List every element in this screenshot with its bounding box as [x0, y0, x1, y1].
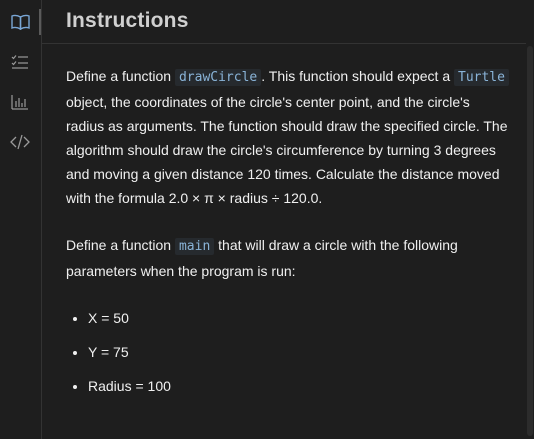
text: Define a function [66, 68, 175, 84]
text: Define a function [66, 237, 175, 253]
panel-header: Instructions [42, 0, 526, 44]
text: . This function should expect a [261, 68, 454, 84]
list-item: X = 50 [88, 306, 511, 330]
scrollbar-thumb[interactable] [527, 46, 533, 436]
code-turtle: Turtle [454, 69, 509, 86]
code-main: main [174, 238, 215, 255]
scrollbar[interactable] [526, 0, 534, 439]
checklist-icon[interactable] [10, 52, 30, 72]
parameter-list: X = 50 Y = 75 Radius = 100 [66, 306, 511, 398]
instructions-content: Define a function drawCircle. This funct… [66, 64, 511, 408]
code-icon[interactable] [10, 132, 30, 152]
active-indicator [39, 9, 41, 35]
text: object, the coordinates of the circle's … [66, 94, 508, 206]
left-sidebar [0, 0, 42, 439]
list-item: Y = 75 [88, 340, 511, 364]
bar-chart-icon[interactable] [10, 92, 30, 112]
book-open-icon[interactable] [10, 12, 30, 32]
code-drawcircle: drawCircle [174, 69, 262, 86]
page-title: Instructions [66, 9, 189, 32]
instruction-paragraph-2: Define a function main that will draw a … [66, 233, 511, 283]
instructions-panel: Instructions Define a function drawCircl… [42, 0, 526, 439]
list-item: Radius = 100 [88, 374, 511, 398]
instruction-paragraph-1: Define a function drawCircle. This funct… [66, 64, 511, 210]
